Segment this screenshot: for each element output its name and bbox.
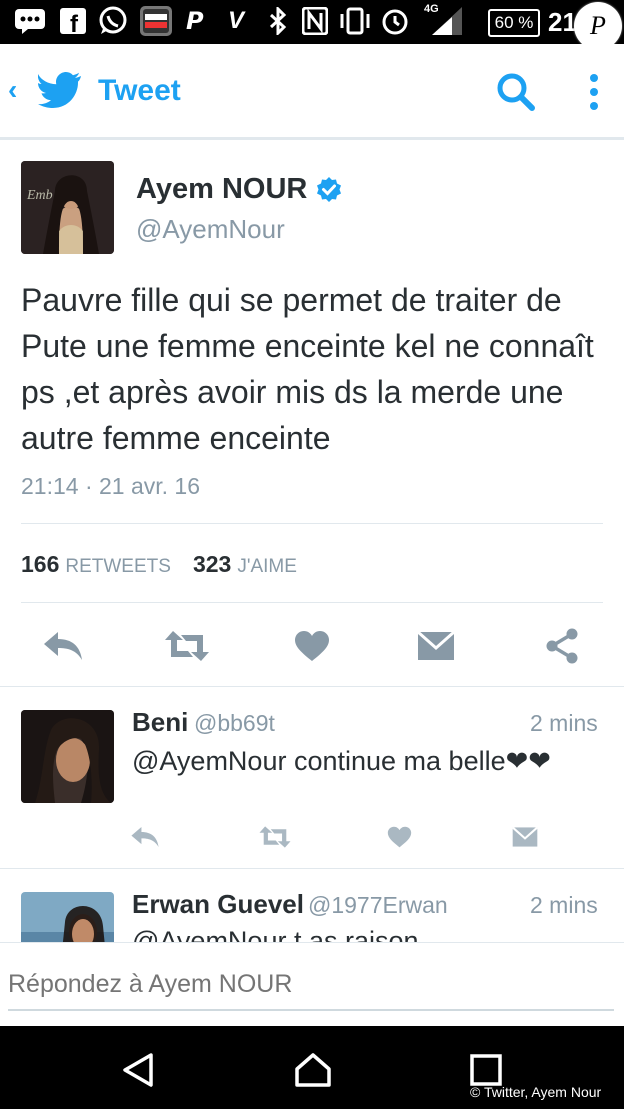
image-credit: © Twitter, Ayem Nour	[470, 1084, 602, 1100]
watermark-logo: P	[574, 2, 622, 50]
reply-author-handle[interactable]: @bb69t	[194, 710, 275, 737]
chat-bubble-icon	[14, 6, 46, 36]
retweet-count-label[interactable]: RETWEETS	[65, 556, 171, 578]
reply-input[interactable]	[8, 963, 614, 1011]
battery-indicator: 60 %	[488, 9, 540, 37]
tweet-timestamp: 21:14 · 21 avr. 16	[21, 473, 201, 499]
direct-message-icon[interactable]	[510, 822, 540, 852]
reply-composer	[0, 942, 624, 1027]
status-clock: 21	[548, 7, 577, 37]
reply-text: @AyemNour continue ma belle❤❤	[132, 746, 551, 776]
author-handle[interactable]: @AyemNour	[136, 214, 285, 245]
nfc-icon	[302, 6, 328, 36]
like-icon[interactable]	[292, 626, 332, 666]
home-icon[interactable]	[292, 1050, 334, 1090]
divider	[0, 686, 624, 687]
v-app-icon: V	[228, 7, 245, 34]
reply-timestamp: 2 mins	[530, 710, 598, 736]
facebook-icon: f	[60, 6, 86, 36]
author-name-text: Ayem NOUR	[136, 173, 308, 205]
app-badge-icon	[140, 6, 172, 36]
tweet-text: Pauvre fille qui se permet de traiter de…	[21, 282, 594, 456]
reply-author-name[interactable]: Erwan Guevel	[132, 889, 304, 920]
divider	[21, 523, 603, 524]
more-vertical-icon[interactable]	[584, 72, 604, 112]
tweet-stats: 166 RETWEETS 323 J'AIME	[21, 551, 319, 578]
like-icon[interactable]	[384, 822, 414, 852]
retweet-icon[interactable]	[256, 822, 294, 852]
reply-avatar[interactable]	[21, 710, 114, 803]
like-count[interactable]: 323	[193, 551, 231, 578]
verified-badge-icon	[315, 176, 343, 204]
direct-message-icon[interactable]	[416, 626, 456, 666]
page-title: Tweet	[98, 74, 181, 107]
bluetooth-icon	[268, 6, 288, 36]
divider	[0, 868, 624, 869]
signal-icon	[430, 6, 464, 36]
share-icon[interactable]	[542, 626, 582, 666]
vibrate-icon	[338, 6, 372, 36]
back-triangle-icon[interactable]	[118, 1050, 158, 1090]
whatsapp-icon	[98, 6, 128, 36]
retweet-icon[interactable]	[162, 626, 212, 666]
reply-author-name[interactable]: Beni	[132, 707, 188, 738]
like-count-label[interactable]: J'AIME	[237, 556, 297, 578]
status-bar: f 𝙋 V 4G 60 % 21	[0, 0, 624, 44]
reply-timestamp: 2 mins	[530, 892, 598, 918]
svg-text:f: f	[70, 11, 79, 34]
reply-icon[interactable]	[40, 626, 86, 666]
retweet-count[interactable]: 166	[21, 551, 59, 578]
author-name[interactable]: Ayem NOUR	[136, 173, 343, 206]
divider	[21, 602, 603, 603]
chevron-left-icon[interactable]: ‹	[8, 74, 17, 106]
search-icon[interactable]	[496, 72, 536, 112]
pinterest-icon: 𝙋	[186, 7, 204, 35]
reply-author-handle[interactable]: @1977Erwan	[308, 892, 448, 919]
svg-text:Emb: Emb	[26, 188, 53, 203]
app-bar: ‹ Tweet	[0, 44, 624, 140]
author-avatar[interactable]: Emb	[21, 161, 114, 254]
twitter-bird-icon	[37, 72, 82, 108]
reply-icon[interactable]	[128, 822, 162, 852]
alarm-icon	[380, 6, 410, 36]
